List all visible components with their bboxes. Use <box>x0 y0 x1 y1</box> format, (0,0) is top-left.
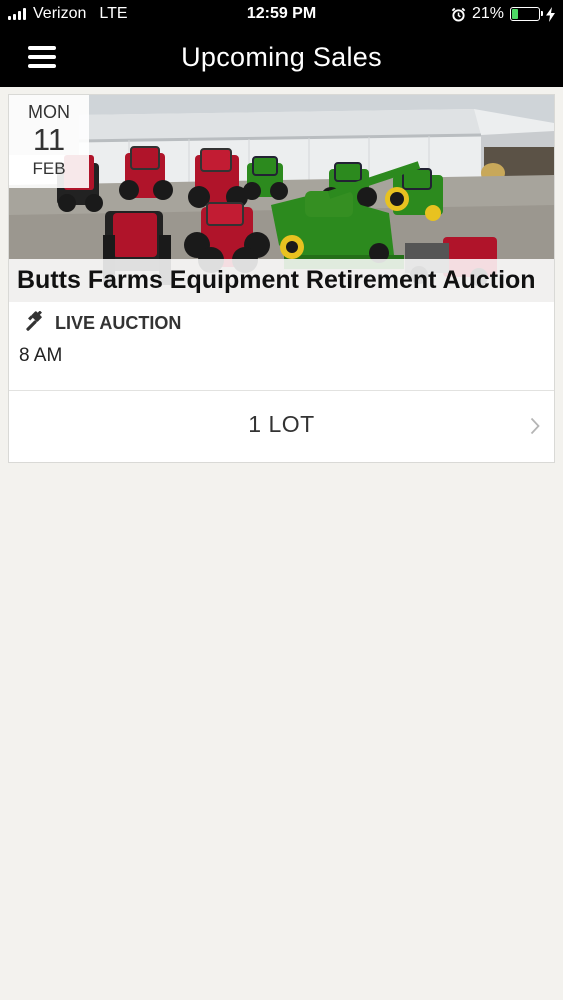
sale-type-label: LIVE AUCTION <box>55 312 182 333</box>
status-right: 21% <box>451 5 555 23</box>
sale-date-badge: MON 11 FEB <box>9 95 89 188</box>
sale-time: 8 AM <box>19 345 63 366</box>
chevron-right-icon <box>530 417 540 435</box>
sale-card[interactable]: MON 11 FEB Butts Farms Equipment Retirem… <box>8 94 555 463</box>
sale-type: LIVE AUCTION <box>23 311 181 335</box>
alarm-clock-icon <box>451 7 466 22</box>
lots-count-label: 1 LOT <box>248 411 315 437</box>
sale-month: FEB <box>32 159 66 178</box>
gavel-icon <box>26 311 42 331</box>
status-bar: Verizon LTE 12:59 PM 21% <box>0 0 563 30</box>
sale-day: 11 <box>32 122 66 157</box>
sale-weekday: MON <box>28 102 70 122</box>
battery-percent-label: 21% <box>471 5 504 22</box>
page-title: Upcoming Sales <box>181 42 382 72</box>
battery-icon <box>510 7 543 21</box>
view-lots-button[interactable]: 1 LOT <box>9 391 554 462</box>
navigation-bar: Upcoming Sales <box>0 30 563 87</box>
battery-level-fill <box>512 9 518 19</box>
sale-title[interactable]: Butts Farms Equipment Retirement Auction <box>9 259 554 302</box>
charging-bolt-icon <box>546 6 555 22</box>
